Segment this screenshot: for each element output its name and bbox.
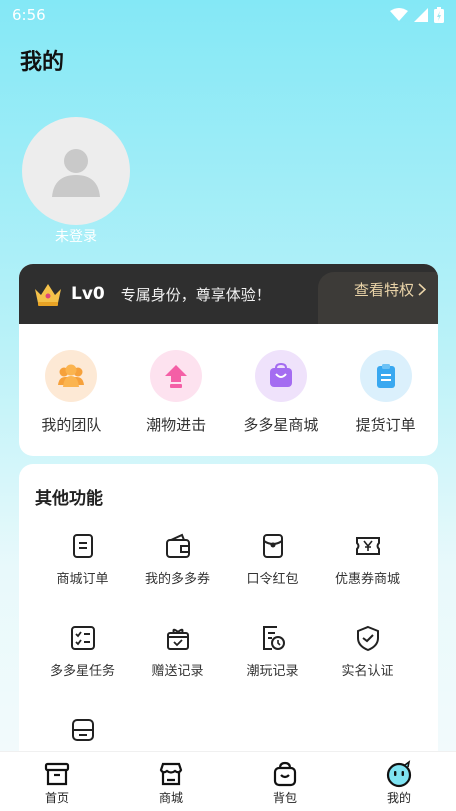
quick-actions: 我的团队 潮物进击 多多星商城 提货订单 [19,350,438,435]
red-packet-icon [262,534,283,558]
nav-label: 首页 [44,791,69,805]
upload-icon [150,350,203,402]
chevron-right-icon [418,283,426,296]
quick-item-trend[interactable]: 潮物进击 [124,350,229,435]
nav-label: 我的 [386,791,411,805]
vip-level: Lv0 [71,284,105,304]
func-label: 赠送记录 [151,664,204,679]
func-play-records[interactable]: 潮玩记录 [225,624,320,686]
func-mall-orders[interactable]: 商城订单 [35,532,130,594]
login-label[interactable]: 未登录 [22,226,130,246]
func-star-tasks[interactable]: 多多星任务 [35,624,130,686]
nav-label: 背包 [272,791,297,805]
user-silhouette-icon [52,149,100,197]
privilege-label: 查看特权 [353,281,414,299]
checklist-icon [70,626,95,650]
vip-description: 专属身份，尊享体验！ [120,285,271,304]
func-real-name-auth[interactable]: 实名认证 [320,624,415,686]
wallet-icon [165,533,190,558]
func-coupon-mall[interactable]: 优惠券商城 [320,532,415,594]
nav-label: 商城 [158,791,183,805]
quick-label: 提货订单 [355,416,416,434]
shield-check-icon [356,625,379,652]
vip-card: Lv0 专属身份，尊享体验！ 查看特权 我的团队 潮物进击 多多星商城 提货订单 [19,264,438,456]
func-label: 多多星任务 [49,664,115,679]
func-gift-records[interactable]: 赠送记录 [130,624,225,686]
clipboard-icon [359,350,412,402]
function-grid: 商城订单 我的多多券 口令红包 优惠券商城 多多星任务 赠送记录 潮玩记录 实名… [35,532,415,778]
quick-label: 潮物进击 [146,416,207,434]
func-label: 潮玩记录 [246,664,299,679]
signal-icon [414,8,428,22]
status-icons [390,7,444,23]
func-my-coupons[interactable]: 我的多多券 [130,532,225,594]
func-red-packet[interactable]: 口令红包 [225,532,320,594]
tray-icon [71,719,94,741]
status-bar: 6:56 [0,0,456,30]
vip-bar: Lv0 专属身份，尊享体验！ 查看特权 [19,264,438,324]
quick-item-star-mall[interactable]: 多多星商城 [229,350,334,435]
history-doc-icon [262,626,285,650]
func-label: 口令红包 [246,572,299,587]
func-label: 优惠券商城 [334,572,400,587]
crown-icon [35,284,61,306]
bottom-nav: 首页 商城 背包 我的 [0,751,456,811]
battery-icon [434,7,444,23]
quick-item-team[interactable]: 我的团队 [19,350,124,435]
func-label: 实名认证 [341,664,394,679]
nav-backpack[interactable]: 背包 [228,752,342,811]
func-label: 我的多多券 [144,572,210,587]
store-icon [159,762,183,786]
nav-mine[interactable]: 我的 [342,752,456,811]
quick-label: 多多星商城 [243,416,319,434]
func-label: 商城订单 [56,572,109,587]
quick-item-pickup-orders[interactable]: 提货订单 [333,350,438,435]
team-icon [45,350,98,402]
page-title: 我的 [20,50,65,75]
quick-label: 我的团队 [41,416,102,434]
status-time: 6:56 [12,6,46,24]
order-doc-icon [72,534,93,558]
shopping-bag-icon [254,350,307,402]
gift-icon [166,628,189,650]
avatar[interactable] [22,117,130,225]
bag-icon [273,761,297,787]
home-box-icon [44,762,70,786]
section-title: 其他功能 [35,489,103,509]
face-icon [386,760,412,788]
nav-home[interactable]: 首页 [0,752,114,811]
nav-mall[interactable]: 商城 [114,752,228,811]
view-privilege-link[interactable]: 查看特权 [354,279,426,300]
wifi-icon [390,8,408,21]
yen-coupon-icon [355,537,380,555]
other-functions-card: 其他功能 商城订单 我的多多券 口令红包 优惠券商城 多多星任务 赠送记录 潮玩… [19,464,438,764]
